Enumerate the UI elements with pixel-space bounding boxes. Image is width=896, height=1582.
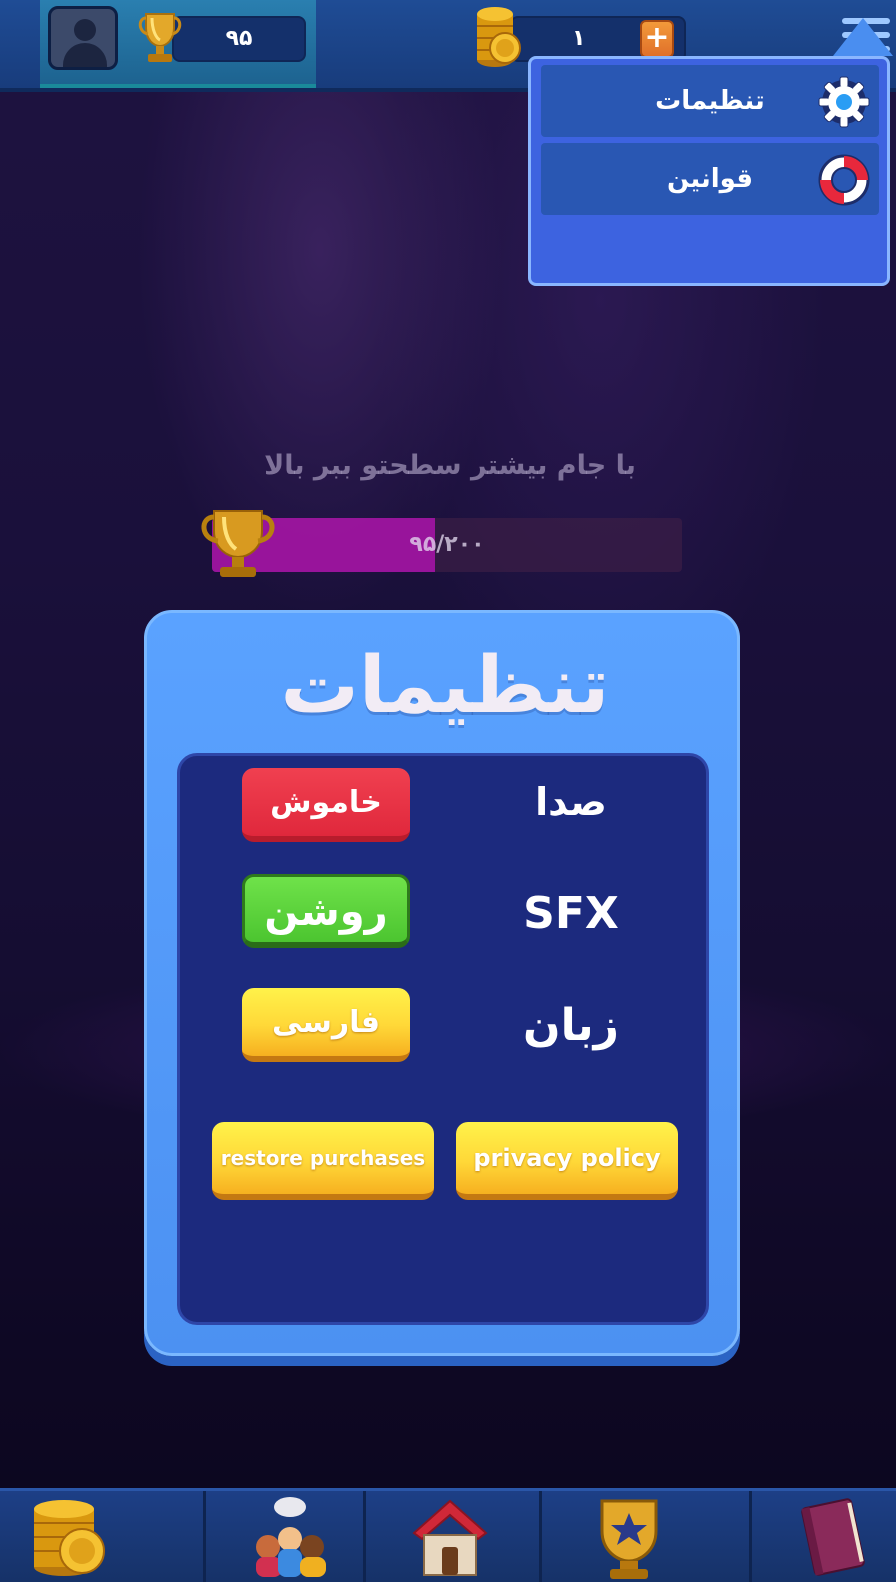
- gear-icon: [818, 76, 870, 128]
- trophy-count: ۹۵: [225, 26, 253, 51]
- sound-toggle-label: خاموش: [270, 785, 382, 820]
- bottom-nav: [0, 1488, 896, 1582]
- language-label: زبان: [523, 1000, 619, 1051]
- nav-item-friends[interactable]: [206, 1491, 366, 1582]
- trophy-icon: [138, 13, 182, 62]
- coin-count: ۱: [572, 26, 586, 51]
- sound-label: صدا: [535, 780, 607, 824]
- sfx-toggle-button[interactable]: روشن: [242, 874, 410, 948]
- nav-item-shop[interactable]: [0, 1491, 206, 1582]
- restore-purchases-button[interactable]: restore purchases: [212, 1122, 434, 1200]
- settings-dialog: تنظیمات صدا خاموش SFX روشن زبان فارسی pr…: [144, 610, 740, 1356]
- dropdown-pointer: [833, 18, 893, 56]
- lifebuoy-icon: [818, 154, 870, 206]
- menu-item-settings[interactable]: تنظیمات: [541, 65, 879, 137]
- avatar-head-shape: [74, 19, 96, 41]
- sound-toggle-button[interactable]: خاموش: [242, 768, 410, 842]
- home-icon: [412, 1499, 488, 1576]
- privacy-policy-label: privacy policy: [473, 1144, 661, 1172]
- trophy-icon: [201, 510, 275, 577]
- nav-item-achievements[interactable]: [542, 1491, 752, 1582]
- settings-panel: صدا خاموش SFX روشن زبان فارسی privacy po…: [177, 753, 709, 1325]
- dropdown-menu: تنظیمات قوانین: [528, 56, 890, 286]
- language-select-label: فارسی: [271, 1005, 381, 1040]
- level-progress-title: با جام بیشتر سطحتو ببر بالا: [264, 450, 636, 481]
- level-progress-bar: ۹۵/۲۰۰: [212, 518, 682, 572]
- friends-icon: [256, 1497, 326, 1577]
- book-icon: [801, 1498, 865, 1576]
- avatar[interactable]: [48, 6, 118, 70]
- language-select-button[interactable]: فارسی: [242, 988, 410, 1062]
- menu-item-label: تنظیمات: [655, 86, 765, 116]
- add-coins-label: +: [644, 20, 670, 55]
- settings-title: تنظیمات: [280, 641, 610, 731]
- level-progress-text: ۹۵/۲۰۰: [409, 532, 485, 557]
- coins-icon: [34, 1500, 105, 1576]
- privacy-policy-button[interactable]: privacy policy: [456, 1122, 678, 1200]
- coins-icon: [477, 7, 521, 67]
- add-coins-button[interactable]: +: [640, 20, 674, 58]
- sfx-label: SFX: [523, 888, 619, 939]
- nav-item-home[interactable]: [366, 1491, 542, 1582]
- nav-item-guide[interactable]: [752, 1491, 896, 1582]
- achievements-icon: [600, 1499, 658, 1579]
- avatar-body-shape: [63, 43, 107, 67]
- trophy-count-box: ۹۵: [172, 16, 306, 62]
- menu-item-label: قوانین: [666, 164, 753, 194]
- menu-item-rules[interactable]: قوانین: [541, 143, 879, 215]
- sfx-toggle-label: روشن: [264, 889, 388, 935]
- restore-purchases-label: restore purchases: [220, 1146, 426, 1170]
